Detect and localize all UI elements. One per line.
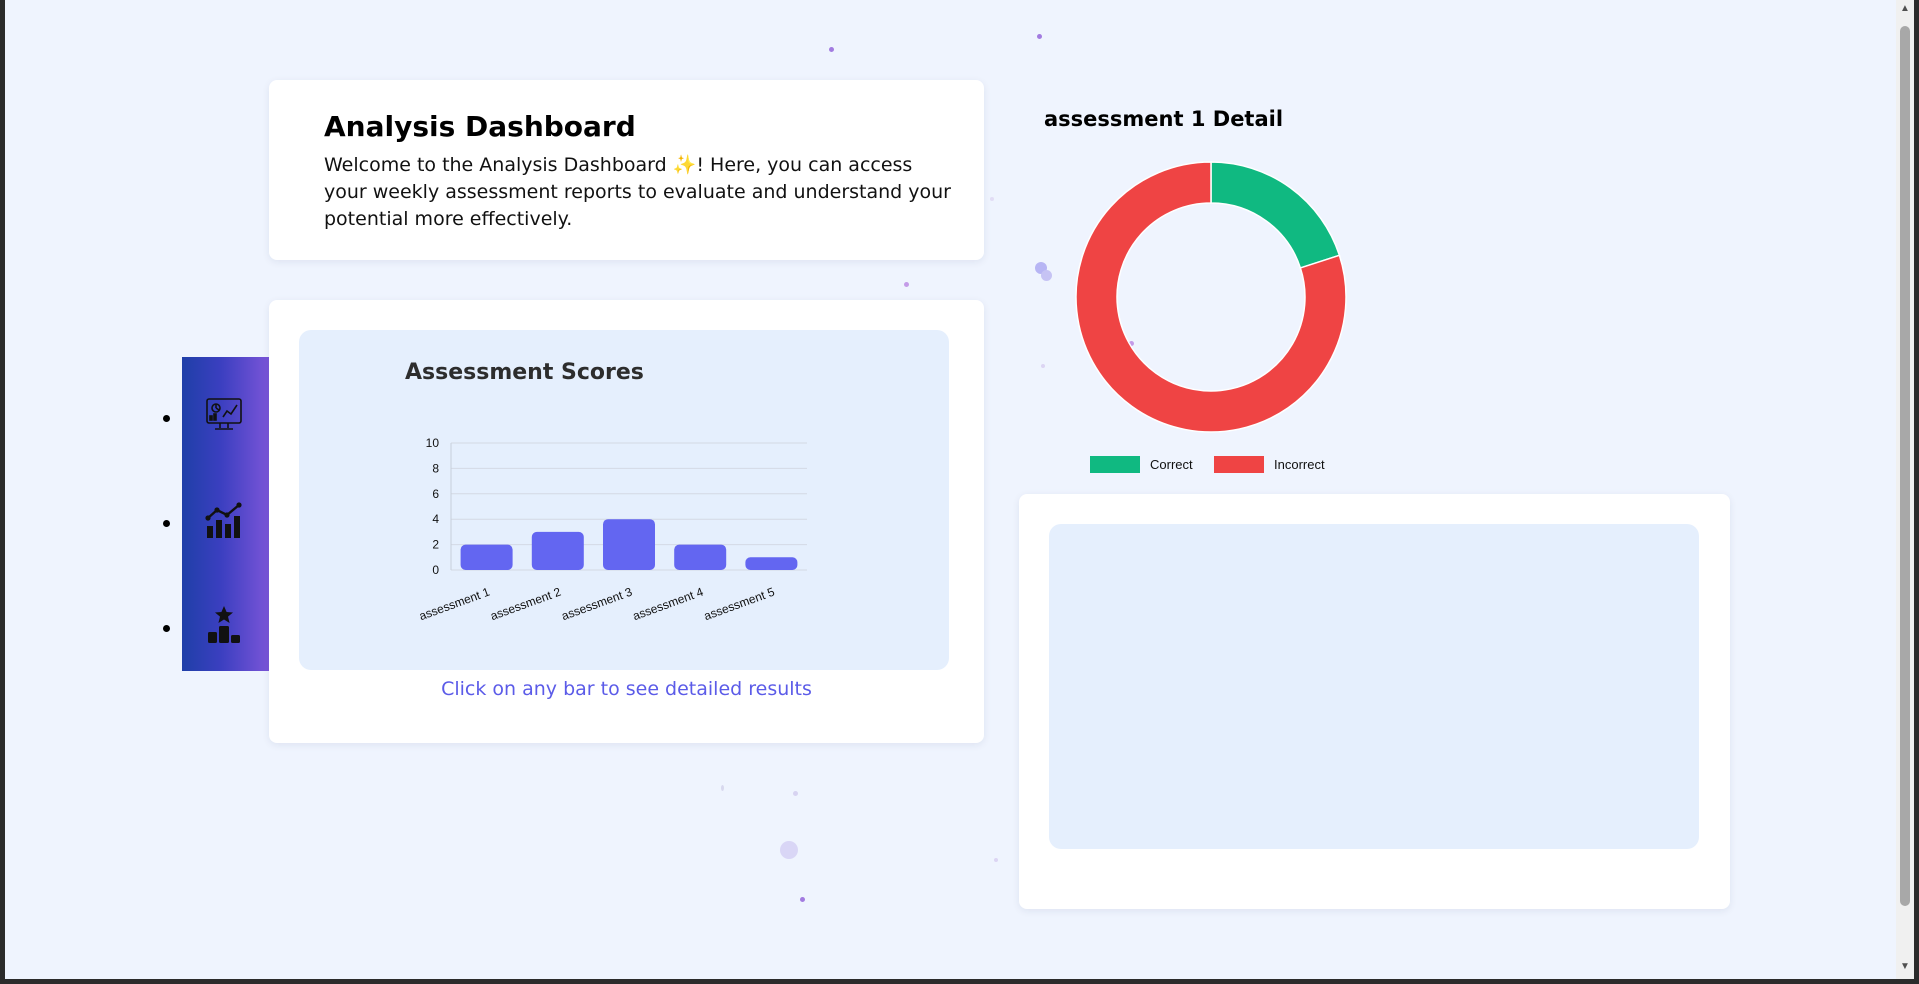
- donut-slice-correct: [1210, 161, 1341, 269]
- scroll-up-arrow[interactable]: ▲: [1896, 2, 1914, 16]
- legend-swatch-correct: [1090, 455, 1140, 473]
- x-tick-label: assessment 4: [631, 585, 706, 624]
- intro-text: Welcome to the Analysis Dashboard ✨! Her…: [324, 154, 951, 230]
- decorative-particle: [780, 841, 798, 859]
- sidebar-nav: [182, 357, 269, 671]
- x-tick-label: assessment 1: [417, 585, 492, 624]
- bar-assessment-2[interactable]: [531, 531, 584, 570]
- x-tick-label: assessment 2: [488, 585, 563, 624]
- decorative-particle: [800, 897, 805, 902]
- decorative-particle: [829, 47, 834, 52]
- list-bullet: [163, 415, 170, 422]
- decorative-particle: [1041, 270, 1052, 281]
- y-tick-label: 4: [432, 512, 439, 526]
- decorative-particle: [1041, 364, 1045, 368]
- assessment-bar-chart: 0246810assessment 1assessment 2assessmen…: [417, 436, 807, 624]
- list-bullet: [163, 625, 170, 632]
- sidebar-item-analytics[interactable]: [182, 488, 269, 548]
- decorative-particle: [1037, 34, 1042, 39]
- decorative-particle: [721, 785, 724, 791]
- legend-incorrect[interactable]: Incorrect: [1214, 455, 1325, 473]
- y-tick-label: 6: [432, 487, 439, 501]
- bar-assessment-5[interactable]: [745, 557, 798, 570]
- bar-chart-panel: Assessment Scores 0 2 4 6 8 10 assessment 1 ass…: [299, 330, 949, 670]
- result-donut-chart: [1075, 161, 1347, 433]
- sidebar-item-leaderboard[interactable]: [182, 593, 269, 653]
- legend-label-correct: Correct: [1150, 456, 1193, 472]
- dashboard-page: Analysis Dashboard Welcome to the Analys…: [5, 0, 1896, 979]
- chart-hint: Click on any bar to see detailed results: [441, 678, 812, 700]
- podium-star-icon: [208, 606, 240, 643]
- decorative-particle: [793, 791, 798, 796]
- x-tick-label: assessment 3: [560, 585, 635, 624]
- detail-results-card: [1019, 494, 1730, 909]
- legend-swatch-incorrect: [1214, 455, 1264, 473]
- detail-title: assessment 1 Detail: [1044, 107, 1284, 131]
- y-tick-label: 8: [432, 461, 439, 475]
- y-tick-label: 2: [432, 538, 439, 552]
- scroll-thumb[interactable]: [1900, 26, 1910, 906]
- bar-assessment-1[interactable]: [460, 544, 513, 570]
- x-tick-label: assessment 5: [702, 585, 777, 624]
- decorative-particle: [990, 197, 994, 201]
- line-bar-chart-icon: [205, 502, 242, 538]
- list-bullet: [163, 520, 170, 527]
- legend-label-incorrect: Incorrect: [1274, 456, 1325, 472]
- y-tick-label: 0: [432, 563, 439, 577]
- vertical-scrollbar[interactable]: ▲ ▼: [1896, 0, 1914, 979]
- bar-assessment-3[interactable]: [603, 519, 655, 570]
- intro-card: Analysis Dashboard Welcome to the Analys…: [269, 80, 984, 260]
- monitor-analytics-icon: [206, 398, 242, 430]
- bar-assessment-4[interactable]: [674, 544, 727, 570]
- sidebar-item-dashboard[interactable]: [182, 383, 269, 443]
- scroll-down-arrow[interactable]: ▼: [1896, 960, 1914, 974]
- page-title: Analysis Dashboard: [324, 110, 636, 143]
- detail-results-panel: [1049, 524, 1699, 849]
- decorative-particle: [994, 858, 998, 862]
- decorative-particle: [904, 282, 909, 287]
- y-tick-label: 10: [426, 436, 440, 450]
- legend-correct[interactable]: Correct: [1090, 455, 1193, 473]
- assessment-scores-card: Assessment Scores 0 2 4 6 8 10 assessment 1 ass…: [269, 300, 984, 743]
